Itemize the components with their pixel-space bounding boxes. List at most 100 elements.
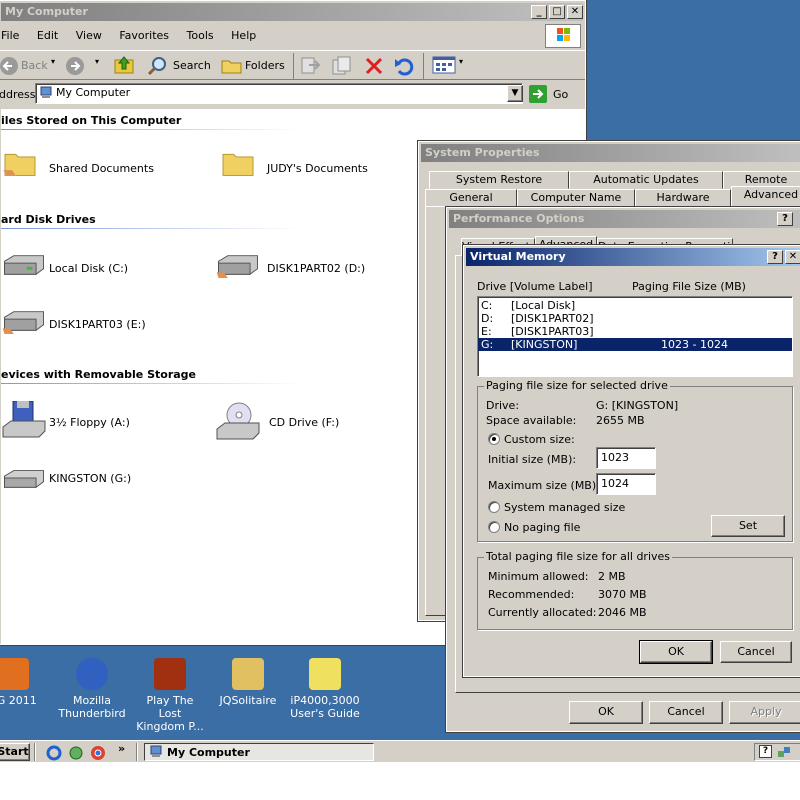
close-button[interactable]: ✕ [567, 5, 583, 19]
disk1part02-d-item[interactable]: DISK1PART02 (D:) [215, 252, 385, 288]
no-paging-radio[interactable] [488, 521, 500, 533]
minimize-button[interactable]: _ [531, 5, 547, 19]
cancel-button[interactable]: Cancel [720, 641, 792, 663]
kingston-g-item[interactable]: KINGSTON (G:) [1, 465, 161, 495]
group-label: Total paging file size for all drives [484, 550, 673, 563]
window-title: Performance Options [453, 212, 585, 225]
menu-view[interactable]: View [76, 29, 102, 42]
quicklaunch-overflow-icon[interactable]: » [118, 742, 125, 755]
vg-icon [0, 658, 29, 690]
globe-icon[interactable] [68, 745, 84, 761]
max-size-input[interactable]: 1024 [596, 473, 656, 495]
desktop-icon-thunderbird[interactable]: Mozilla Thunderbird [57, 658, 127, 720]
tab-general[interactable]: General [425, 189, 517, 207]
floppy-a-item[interactable]: 3½ Floppy (A:) [1, 401, 161, 445]
tab-automatic-updates[interactable]: Automatic Updates [569, 171, 723, 189]
drive-list[interactable]: C: [Local Disk] D: [DISK1PART02] E: [DIS… [477, 296, 793, 377]
cd-drive-f-item[interactable]: CD Drive (F:) [215, 401, 375, 445]
judy-documents-item[interactable]: JUDY's Documents [219, 149, 379, 189]
views-button[interactable]: ▾ [431, 54, 467, 78]
go-button[interactable]: Go [529, 84, 569, 104]
item-label: KINGSTON (G:) [49, 472, 132, 485]
menu-help[interactable]: Help [231, 29, 256, 42]
forward-button[interactable]: ▾ [65, 54, 105, 78]
undo-icon[interactable] [393, 55, 415, 77]
tab-system-restore[interactable]: System Restore [429, 171, 569, 189]
local-disk-c-item[interactable]: Local Disk (C:) [1, 252, 161, 288]
copy-to-icon[interactable] [331, 55, 353, 77]
tab-advanced[interactable]: Advanced [731, 186, 800, 207]
recommended-label: Recommended: [488, 588, 575, 601]
back-button[interactable]: Back ▾ [0, 54, 59, 78]
max-size-label: Maximum size (MB): [488, 479, 600, 492]
tab-hardware[interactable]: Hardware [635, 189, 731, 207]
section-header-removable: evices with Removable Storage [1, 368, 197, 381]
move-to-icon[interactable] [299, 55, 321, 77]
initial-size-label: Initial size (MB): [488, 453, 577, 466]
desktop-icon-ip4000-guide[interactable]: iP4000,3000 User's Guide [290, 658, 360, 720]
start-button[interactable]: Start [0, 743, 30, 761]
system-properties-titlebar[interactable]: System Properties [421, 144, 800, 162]
initial-size-input[interactable]: 1023 [596, 447, 656, 469]
ie-icon[interactable] [46, 745, 62, 761]
performance-options-titlebar[interactable]: Performance Options [449, 210, 800, 228]
disk1part03-e-item[interactable]: DISK1PART03 (E:) [1, 308, 161, 344]
drive-label: Drive: [486, 399, 520, 412]
ok-button[interactable]: OK [639, 640, 713, 664]
address-input[interactable]: My Computer [35, 83, 523, 104]
taskbar-button-my-computer[interactable]: My Computer [144, 743, 374, 761]
search-icon [147, 57, 166, 76]
help-button[interactable]: ? [767, 250, 783, 264]
window-title: Virtual Memory [470, 250, 566, 263]
back-label: Back [21, 59, 48, 72]
desktop-icon-lost-kingdom[interactable]: Play The Lost Kingdom P... [135, 658, 205, 733]
system-managed-radio[interactable] [488, 501, 500, 513]
help-icon[interactable]: ? [759, 745, 772, 758]
system-managed-label: System managed size [504, 501, 626, 514]
drive-row-d[interactable]: D: [DISK1PART02] [478, 312, 792, 325]
cards-icon [232, 658, 264, 690]
address-bar: ddress My Computer ▼ Go [0, 83, 585, 107]
desktop-icon-vg[interactable]: VG 2011 [0, 658, 48, 707]
selected-drive-group: Paging file size for selected drive Driv… [477, 379, 793, 542]
my-computer-icon [150, 745, 162, 757]
drive-row-g-selected[interactable]: G: [KINGSTON] 1023 - 1024 [478, 338, 792, 351]
apply-button[interactable]: Apply [729, 701, 800, 724]
virtual-memory-titlebar[interactable]: Virtual Memory [466, 248, 800, 266]
shared-documents-item[interactable]: Shared Documents [1, 149, 161, 189]
windows-logo [545, 24, 581, 48]
chrome-icon[interactable] [90, 745, 106, 761]
item-label: DISK1PART03 (E:) [49, 318, 146, 331]
space-value: 2655 MB [596, 414, 645, 427]
address-dropdown-button[interactable]: ▼ [507, 85, 523, 102]
help-button[interactable]: ? [777, 212, 793, 226]
cancel-button[interactable]: Cancel [649, 701, 723, 724]
desktop-icon-jqsolitaire[interactable]: JQSolitaire [213, 658, 283, 707]
tab-computer-name[interactable]: Computer Name [517, 189, 635, 207]
taskbar: Start » My Computer ? [0, 740, 800, 762]
drive-row-e[interactable]: E: [DISK1PART03] [478, 325, 792, 338]
address-label: ddress [0, 88, 36, 101]
space-label: Space available: [486, 414, 577, 427]
toolbar-divider [293, 53, 294, 79]
ok-button[interactable]: OK [569, 701, 643, 724]
search-button[interactable]: Search [143, 54, 215, 78]
maximize-button[interactable]: □ [549, 5, 565, 19]
set-button[interactable]: Set [711, 515, 785, 537]
menu-favorites[interactable]: Favorites [119, 29, 169, 42]
network-icon[interactable] [777, 745, 791, 759]
close-button[interactable]: ✕ [785, 250, 800, 264]
up-folder-button[interactable] [113, 54, 137, 78]
menu-edit[interactable]: Edit [37, 29, 58, 42]
folders-button[interactable]: Folders [219, 54, 289, 78]
drive-row-c[interactable]: C: [Local Disk] [478, 299, 792, 312]
item-label: Shared Documents [49, 162, 154, 175]
menu-tools[interactable]: Tools [187, 29, 214, 42]
custom-size-label: Custom size: [504, 433, 575, 446]
custom-size-radio[interactable] [488, 433, 500, 445]
menu-file[interactable]: File [1, 29, 19, 42]
explorer-titlebar[interactable]: My Computer [1, 3, 583, 21]
delete-icon[interactable] [363, 55, 385, 77]
folder-icon [222, 153, 254, 176]
up-folder-icon [114, 56, 134, 74]
